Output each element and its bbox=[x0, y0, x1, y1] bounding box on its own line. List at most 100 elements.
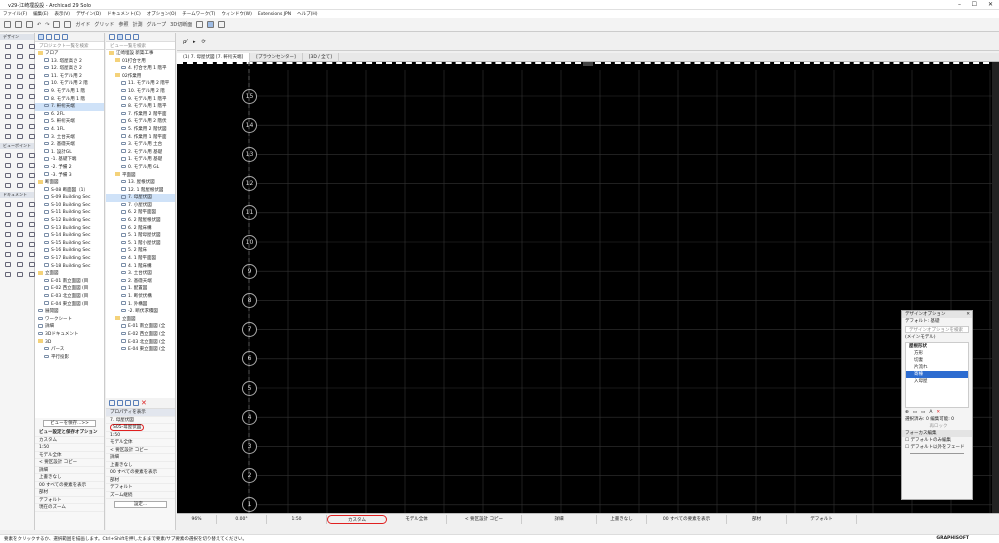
nav2-item[interactable]: 1. 外構図 bbox=[106, 301, 175, 309]
cutplane-button[interactable]: 3D切断面 bbox=[170, 21, 192, 28]
view-setting-row[interactable]: 部材 bbox=[35, 489, 104, 497]
quick-option-10[interactable]: デフォルト bbox=[787, 514, 857, 524]
cursor-icon[interactable]: ▸ bbox=[193, 39, 196, 45]
tool-icon[interactable] bbox=[2, 42, 13, 51]
property-row[interactable]: 上書きなし bbox=[106, 462, 175, 469]
grid-bubble[interactable]: 13 bbox=[242, 146, 257, 162]
publisher-icon[interactable] bbox=[62, 34, 68, 40]
menu-item-7[interactable]: ウィンドウ(W) bbox=[221, 12, 251, 17]
tool-icon[interactable] bbox=[2, 270, 13, 279]
redo-icon[interactable]: ↷ bbox=[45, 22, 49, 28]
tool-icon[interactable] bbox=[2, 210, 13, 219]
palette-main-model[interactable]: (メインモデル) bbox=[902, 334, 972, 341]
nav1-item[interactable]: 8. モデル用 1 階 bbox=[35, 96, 104, 104]
tool-icon[interactable] bbox=[2, 200, 13, 209]
vertical-scrollbar[interactable] bbox=[992, 62, 999, 513]
clone-view-icon[interactable] bbox=[117, 400, 123, 406]
quick-option-3[interactable]: カスタム bbox=[327, 514, 387, 524]
measure-button[interactable]: 計測 bbox=[132, 21, 142, 28]
tool-icon[interactable] bbox=[14, 52, 25, 61]
nav2-item[interactable]: E-03 北立面図 (全 bbox=[106, 339, 175, 347]
menu-item-5[interactable]: オプション(O) bbox=[147, 12, 177, 17]
tool-icon[interactable] bbox=[14, 230, 25, 239]
menu-item-6[interactable]: チームワーク(T) bbox=[182, 12, 215, 17]
view-setting-row[interactable]: 上書きなし bbox=[35, 474, 104, 482]
properties-header[interactable]: プロパティを表示 bbox=[106, 409, 175, 417]
menu-item-4[interactable]: ドキュメント(C) bbox=[107, 12, 141, 17]
nav2-item[interactable]: 5. 1 階母屋伏図 bbox=[106, 232, 175, 240]
close-icon[interactable]: ✕ bbox=[988, 1, 993, 8]
nav1-item[interactable]: S-13 Building Sec bbox=[35, 225, 104, 233]
nav2-item[interactable]: E-02 西立面図 (全 bbox=[106, 331, 175, 339]
project-map-icon[interactable] bbox=[38, 34, 44, 40]
grid-button[interactable]: グリッド bbox=[94, 21, 114, 28]
grid-bubble[interactable]: 4 bbox=[242, 409, 257, 425]
quick-option-9[interactable]: 部材 bbox=[727, 514, 787, 524]
group-button[interactable]: グループ bbox=[146, 21, 166, 28]
nav1-item[interactable]: フロア bbox=[35, 50, 104, 58]
nav1-item[interactable]: S-10 Building Sec bbox=[35, 202, 104, 210]
open-icon[interactable] bbox=[15, 21, 22, 28]
nav2-item[interactable]: 1. モデル用 基礎 bbox=[106, 156, 175, 164]
nav2-item[interactable]: 5. 1 階小屋伏図 bbox=[106, 240, 175, 248]
property-row[interactable]: 詳細 bbox=[106, 454, 175, 462]
quick-option-7[interactable]: 上書きなし bbox=[597, 514, 647, 524]
tool-icon[interactable] bbox=[14, 250, 25, 259]
nav1-item[interactable]: S-09 Building Sec bbox=[35, 194, 104, 202]
grid-bubble[interactable]: 12 bbox=[242, 176, 257, 192]
nav1-item[interactable]: -3. 予備 3 bbox=[35, 172, 104, 180]
design-option-item[interactable]: 方形 bbox=[906, 350, 968, 357]
tool-icon[interactable] bbox=[2, 122, 13, 131]
menu-item-1[interactable]: 編集(E) bbox=[33, 12, 48, 17]
grid-bubble[interactable]: 7 bbox=[242, 322, 257, 338]
nav1-item[interactable]: S-18 Building Sec bbox=[35, 263, 104, 271]
tool-icon[interactable] bbox=[2, 62, 13, 71]
property-row[interactable]: ズーム継続 bbox=[106, 492, 175, 499]
view-setting-row[interactable]: 詳細 bbox=[35, 467, 104, 474]
new-view-icon[interactable] bbox=[109, 400, 115, 406]
nav1-item[interactable]: 7. 軒桁天端 bbox=[35, 103, 104, 111]
nav2-item[interactable]: 5. 2 階床 bbox=[106, 247, 175, 255]
nav1-item[interactable]: 9. モデル用 1 階 bbox=[35, 88, 104, 96]
tool-icon[interactable] bbox=[2, 260, 13, 269]
tool-icon[interactable] bbox=[14, 122, 25, 131]
nav2-item[interactable]: 7. 小屋伏図 bbox=[106, 202, 175, 210]
grid-bubble[interactable]: 8 bbox=[242, 292, 257, 308]
duplicate-icon[interactable]: ▭ bbox=[921, 409, 925, 416]
settings-icon[interactable] bbox=[133, 400, 139, 406]
nav1-item[interactable]: 3Dドキュメント bbox=[35, 331, 104, 339]
tool-icon[interactable] bbox=[2, 52, 13, 61]
tool-icon[interactable] bbox=[2, 230, 13, 239]
tool-icon[interactable] bbox=[14, 42, 25, 51]
nav2-item[interactable]: 1. 断伏伏構 bbox=[106, 293, 175, 301]
reference-button[interactable]: 参照 bbox=[118, 21, 128, 28]
nav2-item[interactable]: 8. モデル用 1 階平 bbox=[106, 103, 175, 111]
nav1-item[interactable]: 断面図 bbox=[35, 179, 104, 187]
property-row[interactable]: 1:50 bbox=[106, 432, 175, 439]
guide-button[interactable]: ガイド bbox=[75, 21, 90, 28]
nav2-item[interactable]: 2. モデル用 基礎 bbox=[106, 149, 175, 157]
tool-icon[interactable] bbox=[14, 72, 25, 81]
tool-icon[interactable] bbox=[2, 92, 13, 101]
property-row[interactable]: デフォルト bbox=[106, 484, 175, 492]
grid-bubble[interactable]: 3 bbox=[242, 438, 257, 454]
nav1-item[interactable]: -1. 基礎下端 bbox=[35, 156, 104, 164]
property-row[interactable]: 00 すべての要素を表示 bbox=[106, 469, 175, 477]
grid-bubble[interactable]: 14 bbox=[242, 117, 257, 133]
nav2-item[interactable]: E-04 東立面図 (全 bbox=[106, 346, 175, 354]
delete-icon[interactable]: ✕ bbox=[936, 409, 940, 416]
tool-icon[interactable] bbox=[2, 161, 13, 170]
view-setting-row[interactable]: モデル全体 bbox=[35, 452, 104, 459]
tool-icon[interactable] bbox=[2, 181, 13, 190]
tool-icon[interactable] bbox=[2, 151, 13, 160]
tool-icon[interactable] bbox=[14, 62, 25, 71]
nav2-item[interactable]: 13. 屋根伏図 bbox=[106, 179, 175, 187]
tool-icon[interactable] bbox=[14, 210, 25, 219]
quick-option-1[interactable]: 0.00° bbox=[217, 514, 267, 524]
tool-icon[interactable] bbox=[2, 132, 13, 141]
nav2-item[interactable]: 6. 2 階床構 bbox=[106, 225, 175, 233]
undo-icon[interactable]: ↶ bbox=[37, 22, 41, 28]
nav2-item[interactable]: -2. 断伏求積図 bbox=[106, 308, 175, 316]
quick-option-2[interactable]: 1:50 bbox=[267, 514, 327, 524]
nav1-item[interactable]: S-16 Building Sec bbox=[35, 247, 104, 255]
